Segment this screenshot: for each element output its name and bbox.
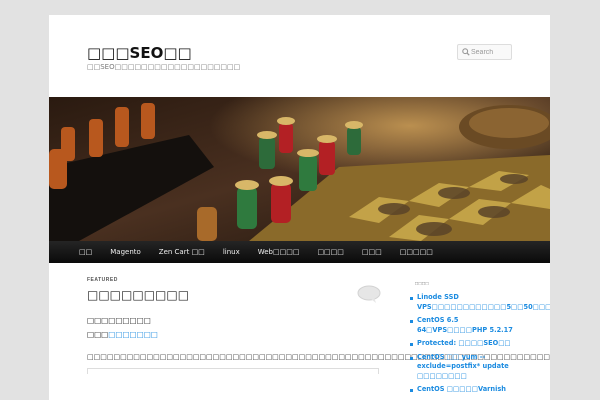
site-description: □□SEO□□□□□□□□□□□□□□□□□□□ (87, 63, 241, 71)
sidebar-link[interactable]: CentOS 6.5 64□VPS□□□□PHP 5.2.17 (410, 316, 520, 335)
recent-posts-list: Linode SSD VPS□□□□□□□□□□□□5□□50□□□□□□ Ce… (410, 293, 550, 395)
nav-item-web[interactable]: Web□□□□ (258, 248, 300, 256)
sidebar-heading: □□□□ (415, 281, 430, 287)
page: □□□SEO□□ □□SEO□□□□□□□□□□□□□□□□□□□ Search… (49, 15, 550, 400)
post-meta-link[interactable]: □□□□□□□ (108, 330, 158, 339)
sidebar-link[interactable]: Protected: □□□□SEO□□ (410, 339, 520, 349)
nav-item-magento[interactable]: Magento (110, 248, 141, 256)
sidebar: □□□□ Linode SSD VPS□□□□□□□□□□□□5□□50□□□□… (410, 281, 550, 399)
post-meta-prefix: □□□ (87, 330, 109, 339)
post-meta-line1: □□□□□□□□□ (87, 316, 151, 325)
sidebar-link[interactable]: CentOS □□ yum --exclude=postfix* update … (410, 353, 520, 382)
nav-item-8[interactable]: □□□□□ (400, 248, 433, 256)
search-box[interactable] (457, 44, 512, 60)
nav-item-7[interactable]: □□□ (362, 248, 382, 256)
search-icon (460, 46, 471, 58)
sidebar-link[interactable]: Linode SSD VPS□□□□□□□□□□□□5□□50□□□□□□ (410, 293, 550, 312)
main-nav: □□ Magento Zen Cart □□ linux Web□□□□ □□□… (49, 241, 550, 263)
featured-label: FEATURED (87, 277, 118, 283)
post-body: □□□□□□□□□□□□□□□□□□□□□□□□□□□□□□□□□□□□□□□□… (87, 353, 550, 361)
sidebar-link[interactable]: CentOS □□□□□Varnish (410, 385, 520, 395)
site-title[interactable]: □□□SEO□□ (87, 44, 192, 62)
main-content: FEATURED □□□□□□□□□ □□□□□□□□□ □□□□□□□□□□ … (87, 277, 550, 374)
nav-item-zencart[interactable]: Zen Cart □□ (159, 248, 205, 256)
post-meta-line2: □□□□□□□□□□ (87, 330, 382, 339)
nav-item-linux[interactable]: linux (223, 248, 240, 256)
post-body-box (87, 368, 379, 374)
header-image (49, 97, 550, 241)
nav-item-6[interactable]: □□□□ (317, 248, 343, 256)
comment-bubble-icon[interactable] (357, 285, 381, 303)
search-input[interactable] (471, 45, 511, 59)
post-title[interactable]: □□□□□□□□□ (87, 288, 382, 302)
nav-item-home[interactable]: □□ (79, 248, 92, 256)
